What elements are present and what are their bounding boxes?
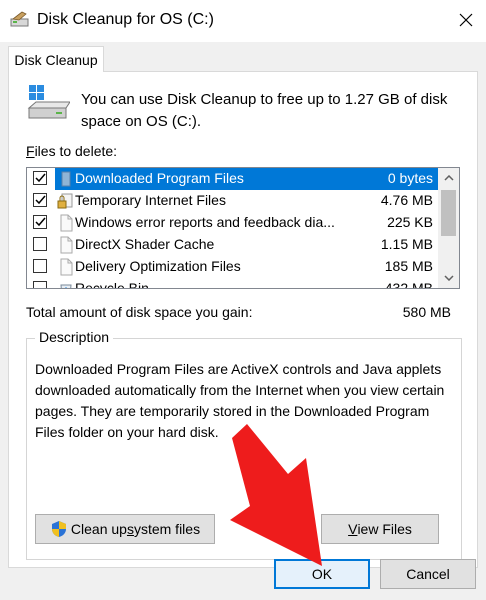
file-checkbox[interactable] xyxy=(33,193,47,207)
description-legend: Description xyxy=(35,329,114,345)
lock-icon xyxy=(57,192,75,210)
folder-icon xyxy=(57,170,75,188)
dialog-body: Disk Cleanup You can use Disk Cleanup to… xyxy=(0,42,486,600)
file-size: 225 KB xyxy=(387,214,433,230)
disk-cleanup-icon xyxy=(10,10,30,30)
file-row[interactable]: Windows error reports and feedback dia..… xyxy=(27,212,439,234)
title-bar: Disk Cleanup for OS (C:) xyxy=(0,0,486,42)
file-row[interactable]: Recycle Bin 432 MB xyxy=(27,278,439,289)
chevron-up-icon xyxy=(443,175,454,181)
files-to-delete-label: Files to delete: xyxy=(26,143,118,159)
file-size: 185 MB xyxy=(384,258,433,274)
file-name: Windows error reports and feedback dia..… xyxy=(75,214,335,230)
description-text: Downloaded Program Files are ActiveX con… xyxy=(35,361,445,440)
window-title: Disk Cleanup for OS (C:) xyxy=(37,11,214,28)
file-checkbox[interactable] xyxy=(33,215,47,229)
drive-icon xyxy=(26,82,71,126)
file-icon xyxy=(57,214,75,232)
shield-icon xyxy=(50,520,68,538)
clean-up-system-files-button[interactable]: Clean up s ystem files xyxy=(35,514,215,544)
file-name: Recycle Bin xyxy=(75,280,149,289)
scroll-up-button[interactable] xyxy=(438,168,459,188)
ok-button[interactable]: OK xyxy=(274,559,370,589)
file-size: 1.15 MB xyxy=(380,236,433,252)
close-button[interactable] xyxy=(446,0,486,40)
file-name: Delivery Optimization Files xyxy=(75,258,241,274)
recycle-bin-icon xyxy=(57,280,75,288)
file-name: DirectX Shader Cache xyxy=(75,236,215,252)
file-checkbox[interactable] xyxy=(33,281,47,288)
chevron-down-icon xyxy=(443,275,454,281)
file-name: Temporary Internet Files xyxy=(75,192,226,208)
files-list[interactable]: Downloaded Program Files 0 bytes Temporary… xyxy=(26,167,460,289)
file-checkbox[interactable] xyxy=(33,237,47,251)
tab-disk-cleanup[interactable]: Disk Cleanup xyxy=(8,46,104,72)
file-size: 4.76 MB xyxy=(380,192,433,208)
file-name: Downloaded Program Files xyxy=(75,170,244,186)
intro-text: You can use Disk Cleanup to free up to 1… xyxy=(81,91,448,130)
file-row-label-area[interactable]: Temporary Internet Files 4.76 MB xyxy=(55,190,439,212)
file-checkbox[interactable] xyxy=(33,259,47,273)
file-icon xyxy=(57,236,75,254)
close-icon xyxy=(459,13,473,27)
scrollbar[interactable] xyxy=(438,168,459,288)
file-row[interactable]: DirectX Shader Cache 1.15 MB xyxy=(27,234,439,256)
description-group: Description Downloaded Program Files are… xyxy=(26,329,462,560)
total-label: Total amount of disk space you gain: xyxy=(26,304,253,320)
file-icon xyxy=(57,258,75,276)
scroll-down-button[interactable] xyxy=(438,268,459,288)
file-size: 0 bytes xyxy=(387,170,433,186)
scroll-thumb[interactable] xyxy=(441,190,456,236)
tab-panel: You can use Disk Cleanup to free up to 1… xyxy=(8,71,478,568)
file-row-label-area[interactable]: Windows error reports and feedback dia..… xyxy=(55,212,439,234)
file-row[interactable]: Downloaded Program Files 0 bytes xyxy=(27,168,439,190)
file-row-label-area[interactable]: Delivery Optimization Files 185 MB xyxy=(55,256,439,278)
file-row-label-area[interactable]: Downloaded Program Files 0 bytes xyxy=(55,168,439,190)
file-row-label-area[interactable]: Recycle Bin 432 MB xyxy=(55,278,439,289)
file-row[interactable]: Temporary Internet Files 4.76 MB xyxy=(27,190,439,212)
total-value: 580 MB xyxy=(402,304,451,320)
file-size: 432 MB xyxy=(384,280,433,289)
view-files-button[interactable]: View Files xyxy=(321,514,439,544)
file-row-label-area[interactable]: DirectX Shader Cache 1.15 MB xyxy=(55,234,439,256)
file-row[interactable]: Delivery Optimization Files 185 MB xyxy=(27,256,439,278)
cancel-button[interactable]: Cancel xyxy=(380,559,476,589)
file-checkbox[interactable] xyxy=(33,171,47,185)
